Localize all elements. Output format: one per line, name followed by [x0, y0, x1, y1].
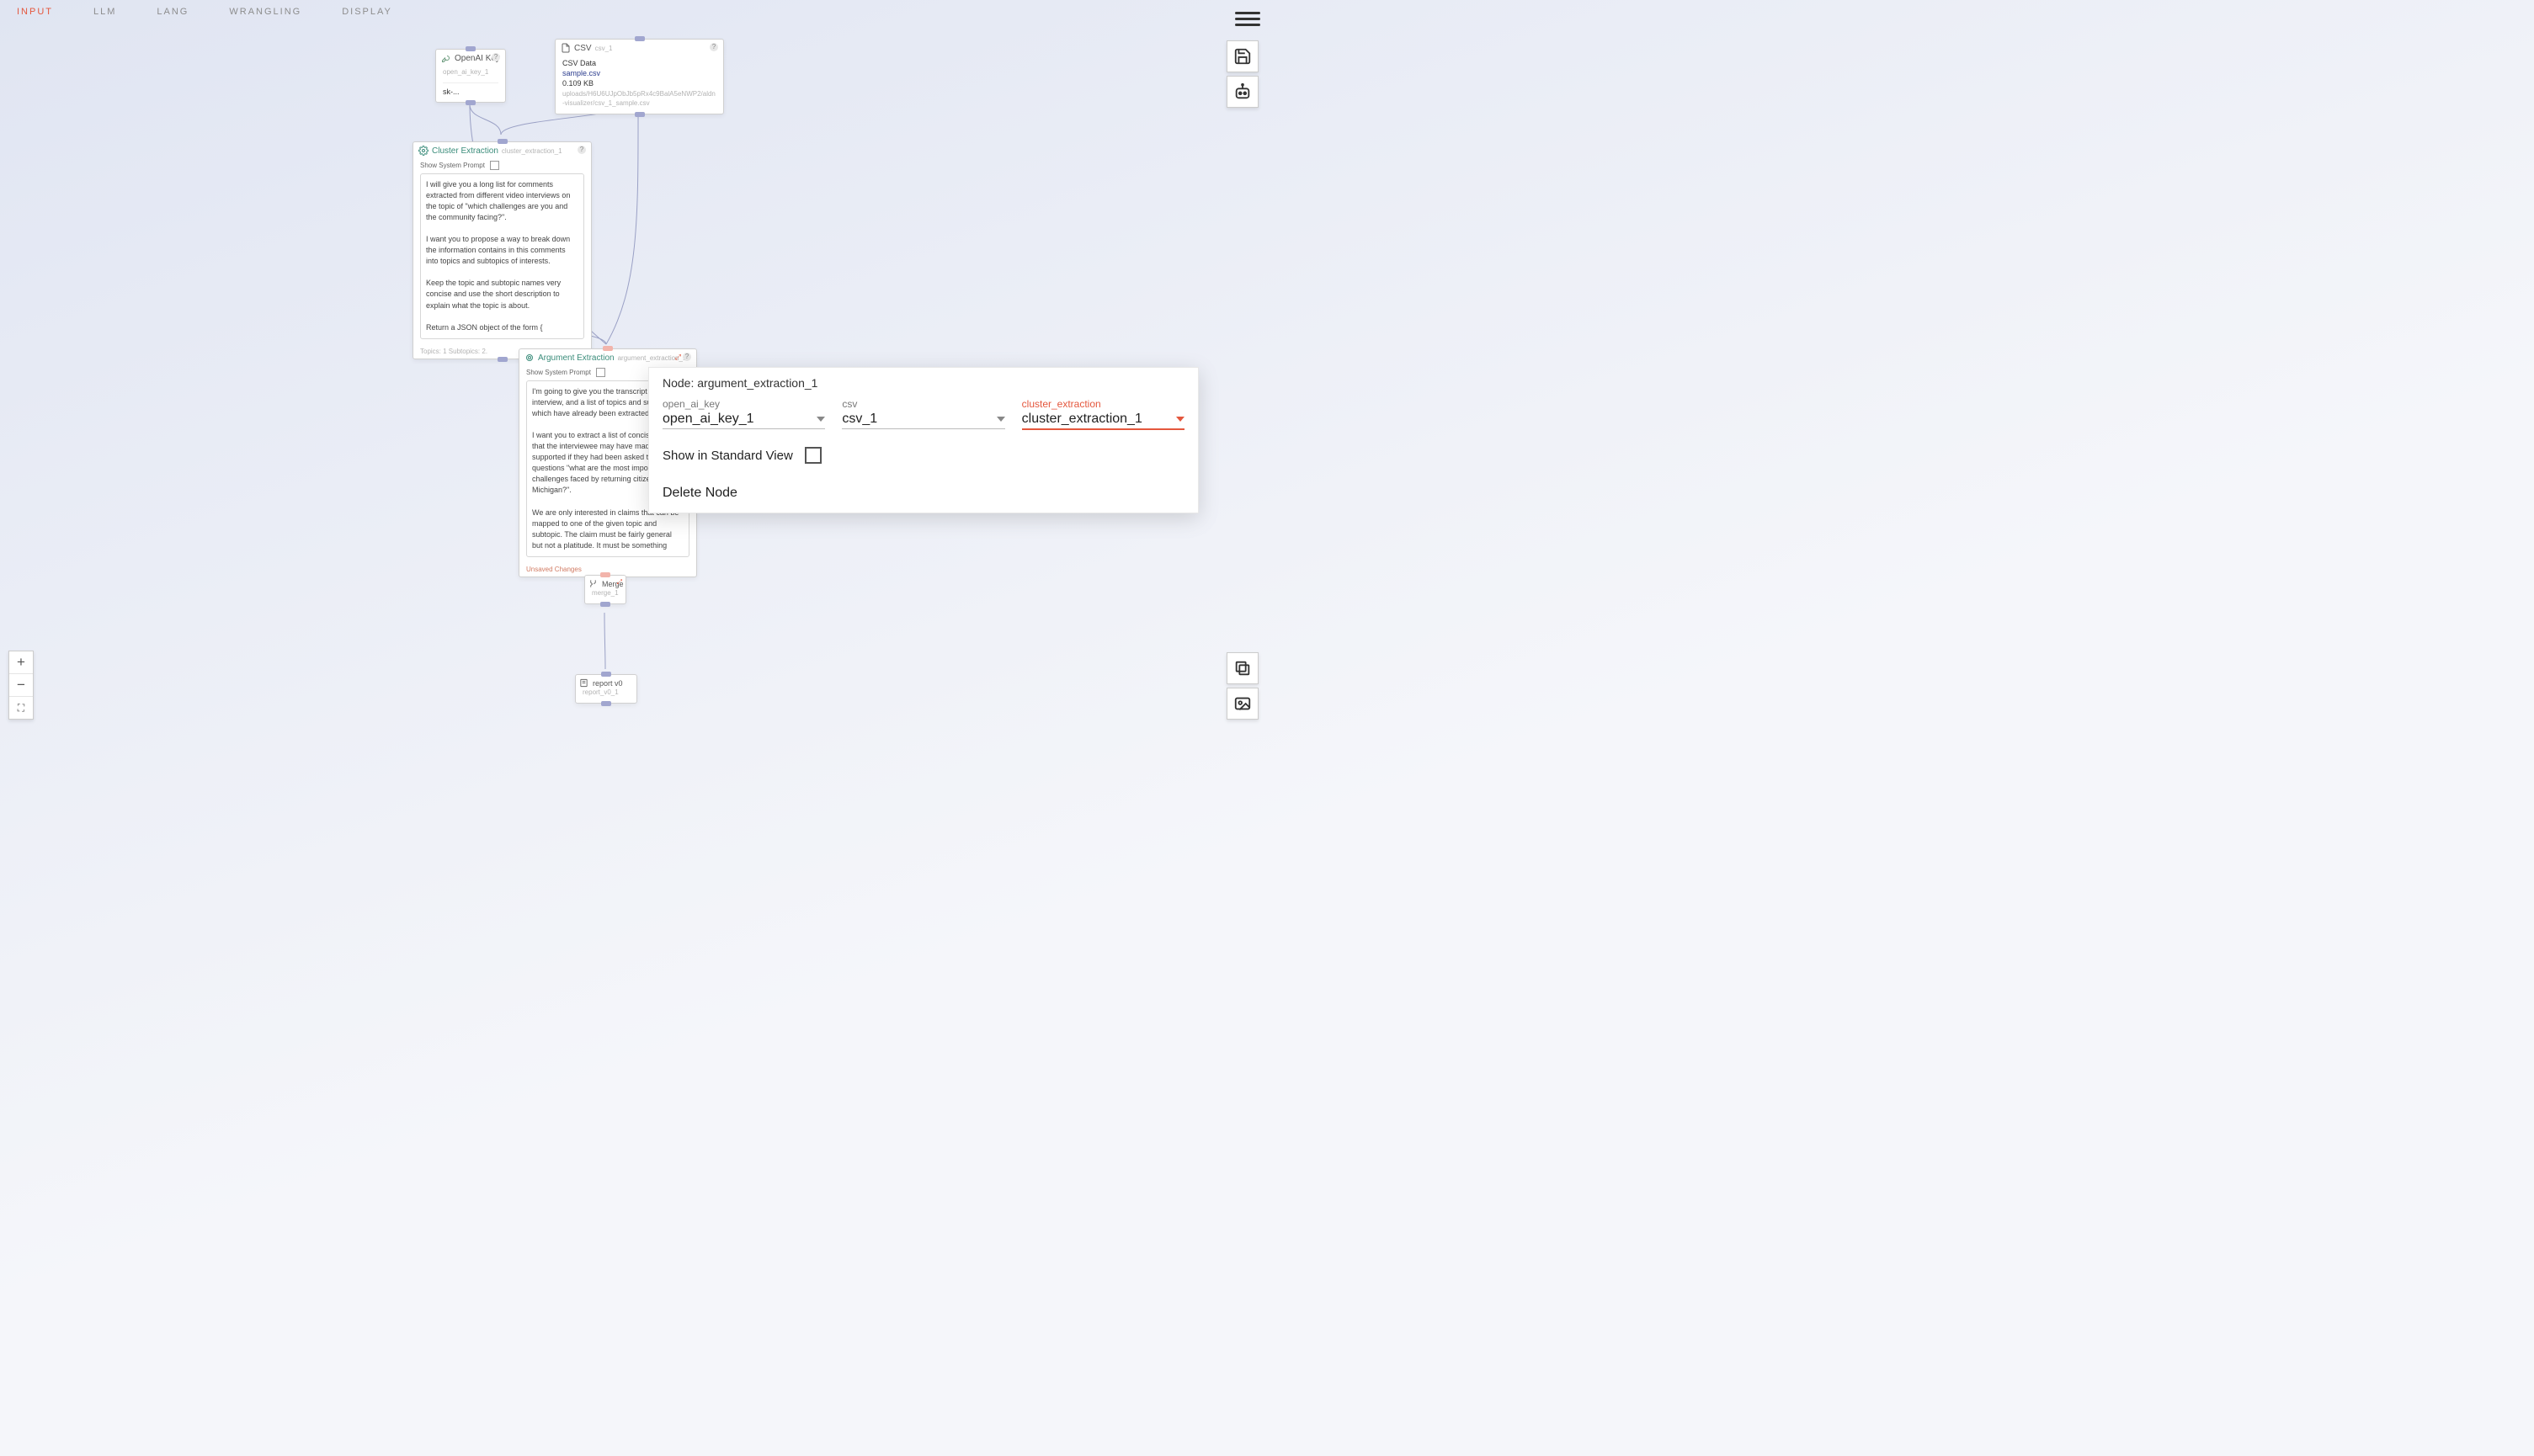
- csv-path: uploads/H6U6UJpObJb5pRx4c9BalA5eNWP2/ald…: [562, 90, 716, 109]
- csv-data-label: CSV Data: [562, 58, 716, 68]
- port-out[interactable]: [601, 701, 611, 706]
- show-system-prompt-row: Show System Prompt: [413, 159, 591, 170]
- node-report[interactable]: report v0 report_v0_1: [575, 674, 637, 704]
- node-id: report_v0_1: [583, 688, 630, 698]
- standard-view-row[interactable]: Show in Standard View: [663, 447, 1184, 464]
- standard-view-checkbox[interactable]: [805, 447, 822, 464]
- port-in[interactable]: [603, 346, 613, 351]
- field-label: open_ai_key: [663, 398, 825, 410]
- help-icon[interactable]: ?: [578, 146, 586, 154]
- chevron-down-icon[interactable]: [1176, 417, 1184, 422]
- port-in[interactable]: [601, 672, 611, 677]
- node-openai-key[interactable]: OpenAI Key ? open_ai_key_1 sk-...: [435, 49, 506, 103]
- help-icon[interactable]: ?: [710, 43, 718, 51]
- field-cluster-extraction[interactable]: cluster_extraction cluster_extraction_1: [1022, 398, 1184, 430]
- report-icon: [579, 678, 589, 688]
- expand-icon[interactable]: ⤢: [617, 578, 622, 587]
- field-label: csv: [842, 398, 1004, 410]
- gear-icon: [418, 146, 429, 156]
- node-title: Argument Extraction: [538, 353, 615, 363]
- csv-size: 0.109 KB: [562, 78, 716, 88]
- merge-icon: [588, 579, 599, 589]
- node-id: merge_1: [592, 589, 619, 598]
- port-in[interactable]: [466, 46, 476, 51]
- csv-filename[interactable]: sample.csv: [562, 68, 716, 78]
- flow-canvas[interactable]: OpenAI Key ? open_ai_key_1 sk-... CSV cs…: [0, 0, 1267, 728]
- delete-node-button[interactable]: Delete Node: [663, 486, 1184, 501]
- field-value: open_ai_key_1: [663, 412, 754, 427]
- node-csv[interactable]: CSV csv_1 ? CSV Data sample.csv 0.109 KB…: [555, 39, 724, 114]
- panel-title: Node: argument_extraction_1: [663, 376, 1184, 390]
- port-in[interactable]: [635, 36, 645, 41]
- show-system-prompt-label: Show System Prompt: [526, 369, 591, 376]
- show-system-prompt-label: Show System Prompt: [420, 162, 485, 169]
- file-icon: [561, 43, 571, 53]
- node-id: cluster_extraction_1: [502, 147, 562, 155]
- port-in[interactable]: [600, 572, 610, 577]
- node-merge[interactable]: Merge ⤢ merge_1: [584, 575, 626, 604]
- openai-key-value: sk-...: [443, 82, 498, 97]
- node-context-panel: Node: argument_extraction_1 open_ai_key …: [648, 367, 1199, 513]
- chevron-down-icon[interactable]: [997, 417, 1005, 422]
- port-out[interactable]: [635, 112, 645, 117]
- port-out[interactable]: [600, 602, 610, 607]
- gear-icon: [524, 353, 535, 363]
- node-title: report v0: [593, 679, 623, 688]
- node-title: CSV: [574, 44, 592, 53]
- port-out[interactable]: [466, 100, 476, 105]
- field-value: cluster_extraction_1: [1022, 412, 1142, 427]
- field-value: csv_1: [842, 412, 877, 427]
- chevron-down-icon[interactable]: [817, 417, 825, 422]
- expand-icon[interactable]: ⤢: [675, 353, 681, 362]
- show-system-prompt-checkbox[interactable]: [596, 368, 605, 377]
- standard-view-label: Show in Standard View: [663, 449, 793, 463]
- node-cluster-extraction[interactable]: Cluster Extraction cluster_extraction_1 …: [413, 141, 592, 359]
- show-system-prompt-checkbox[interactable]: [490, 161, 499, 170]
- help-icon[interactable]: ?: [492, 53, 500, 61]
- port-out[interactable]: [498, 357, 508, 362]
- field-open-ai-key[interactable]: open_ai_key open_ai_key_1: [663, 398, 825, 430]
- node-id: open_ai_key_1: [443, 68, 498, 77]
- node-title: Cluster Extraction: [432, 146, 498, 156]
- field-csv[interactable]: csv csv_1: [842, 398, 1004, 430]
- help-icon[interactable]: ?: [683, 353, 691, 361]
- port-in[interactable]: [498, 139, 508, 144]
- field-label: cluster_extraction: [1022, 398, 1184, 410]
- key-icon: [441, 53, 451, 63]
- cluster-prompt-textarea[interactable]: I will give you a long list for comments…: [420, 173, 584, 339]
- node-id: csv_1: [595, 45, 613, 52]
